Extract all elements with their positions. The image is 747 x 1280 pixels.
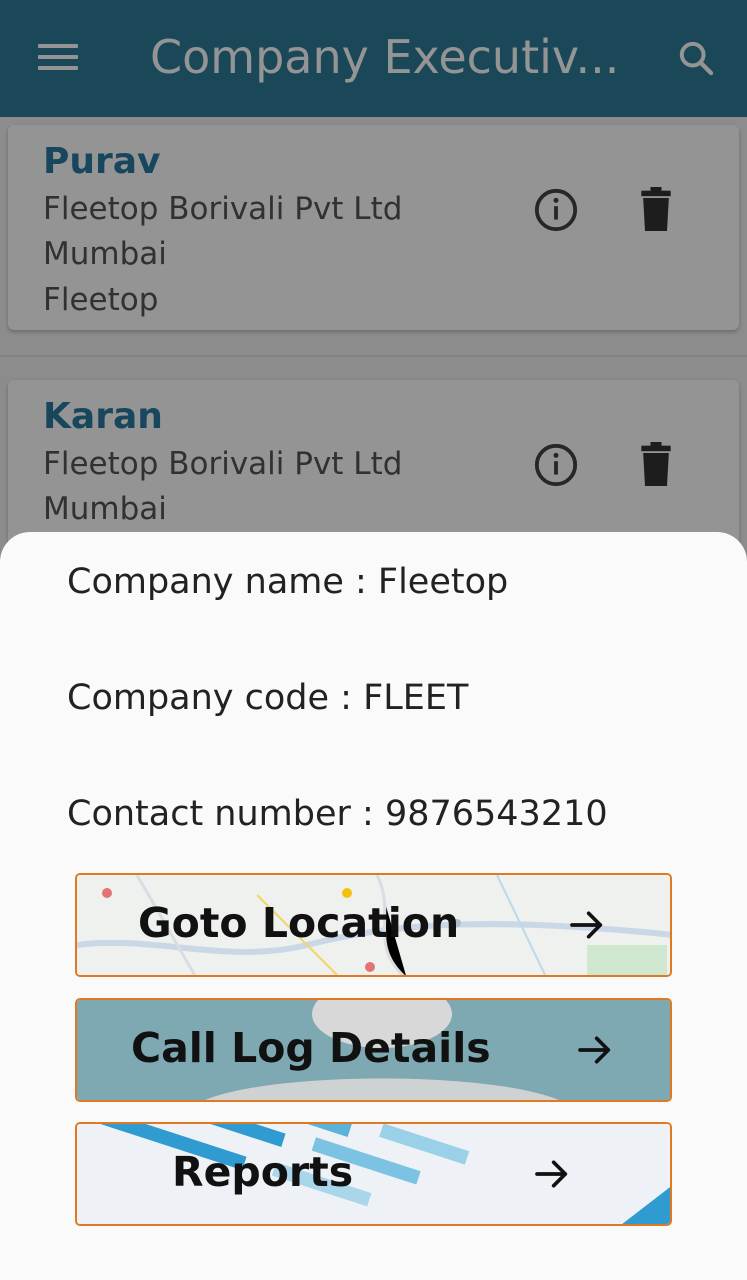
call-log-details-button[interactable]: Call Log Details — [75, 998, 672, 1102]
company-name: Company name : Fleetop — [67, 562, 509, 602]
contact-number: Contact number : 9876543210 — [67, 794, 608, 834]
call-log-details-label: Call Log Details — [131, 1024, 491, 1072]
arrow-right-icon — [578, 1036, 611, 1064]
company-details-sheet: Company name : Fleetop Company code : FL… — [0, 532, 747, 1280]
reports-background-image — [77, 1124, 670, 1224]
reports-label: Reports — [172, 1148, 354, 1196]
goto-location-label: Goto Location — [138, 899, 460, 947]
goto-location-button[interactable]: Goto Location — [75, 873, 672, 977]
arrow-right-icon — [570, 911, 603, 939]
reports-button[interactable]: Reports — [75, 1122, 672, 1226]
arrow-right-icon — [535, 1160, 568, 1188]
company-code: Company code : FLEET — [67, 678, 469, 718]
